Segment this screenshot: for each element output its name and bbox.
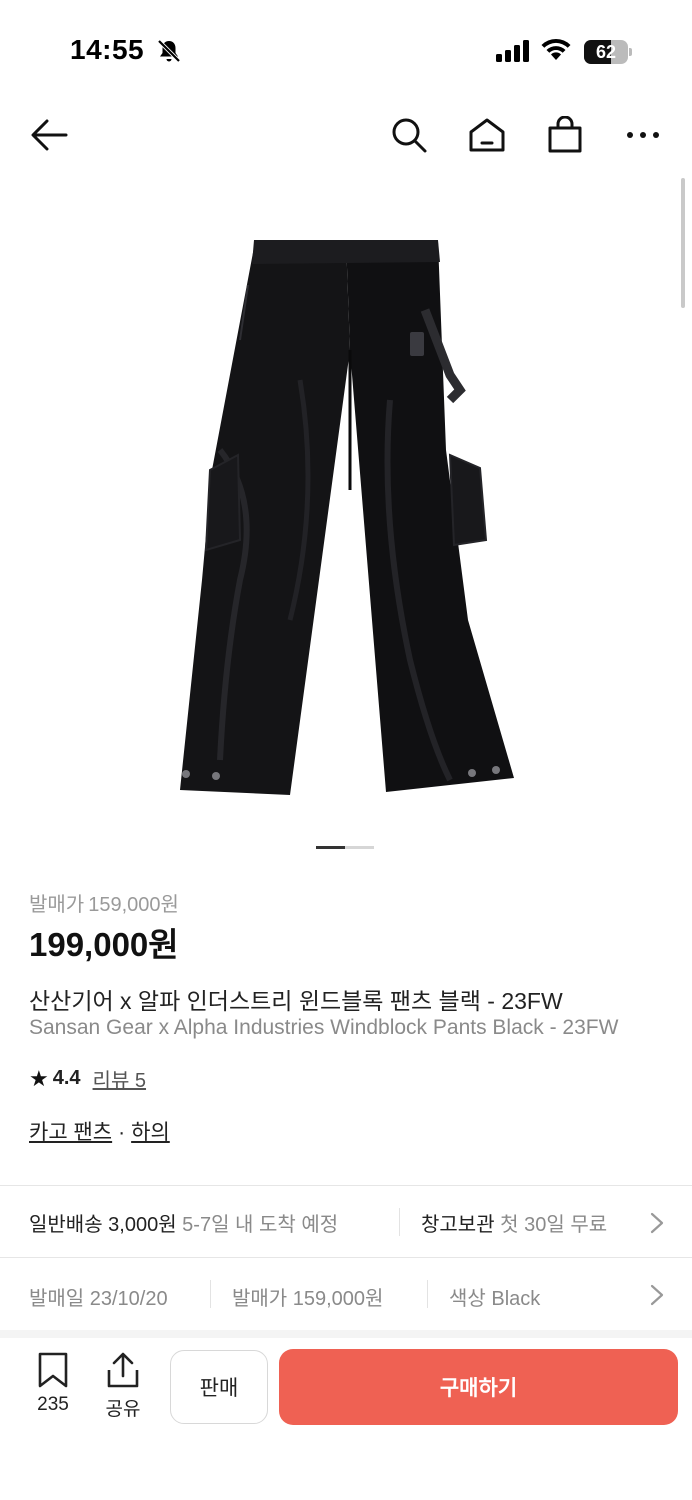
- home-icon: [469, 118, 505, 152]
- section-gap: [0, 1330, 692, 1338]
- shopping-bag-icon: [548, 116, 582, 153]
- status-bar: 14:55 62: [0, 0, 692, 100]
- bottom-action-bar: 235 공유 판매 구매하기: [0, 1338, 692, 1500]
- shipping-row[interactable]: 일반배송 3,000원 5-7일 내 도착 예정 창고보관 첫 30일 무료: [0, 1188, 692, 1256]
- category-separator: ·: [118, 1121, 126, 1144]
- warehouse-storage: 창고보관 첫 30일 무료: [421, 1208, 607, 1237]
- category-link[interactable]: 카고 팬츠: [29, 1121, 112, 1144]
- back-button[interactable]: [26, 112, 72, 158]
- chevron-right-icon: [650, 1212, 664, 1234]
- category-breadcrumb: 카고 팬츠 · 하의: [29, 1116, 170, 1146]
- release-date: 발매일 23/10/20: [29, 1288, 168, 1310]
- status-time: 14:55: [70, 34, 145, 65]
- bell-muted-icon: [157, 39, 181, 63]
- bookmark-icon: [38, 1352, 68, 1388]
- warehouse-storage-desc: 첫 30일 무료: [500, 1214, 608, 1236]
- warehouse-storage-label: 창고보관: [421, 1214, 495, 1236]
- release-price-line: 발매가 159,000원: [29, 888, 179, 917]
- subcategory-link[interactable]: 하의: [131, 1121, 170, 1144]
- top-nav-bar: [0, 100, 692, 170]
- vertical-separator: [427, 1280, 428, 1308]
- arrow-left-icon: [31, 119, 68, 151]
- battery-level-text: 62: [595, 42, 617, 62]
- product-info-row[interactable]: 발매일 23/10/20 발매가 159,000원 색상 Black: [0, 1260, 692, 1328]
- normal-shipping-label: 일반배송 3,000원: [29, 1214, 177, 1236]
- normal-shipping: 일반배송 3,000원 5-7일 내 도착 예정: [29, 1208, 338, 1237]
- color-info: 색상 Black: [449, 1288, 541, 1310]
- rating-row: ★ 4.4 리뷰 5: [29, 1064, 146, 1093]
- product-title-english: Sansan Gear x Alpha Industries Windblock…: [29, 1016, 619, 1039]
- search-icon: [392, 118, 427, 153]
- chevron-right-icon: [650, 1284, 664, 1306]
- current-price: 199,000원: [29, 926, 179, 963]
- release-price-label: 발매가: [29, 894, 85, 916]
- more-button[interactable]: [620, 112, 666, 158]
- carousel-dot: [345, 846, 374, 849]
- wishlist-count: 235: [37, 1394, 69, 1415]
- release-price-value: 159,000원: [88, 894, 179, 916]
- wishlist-button[interactable]: 235: [23, 1352, 83, 1416]
- carousel-dot: [316, 846, 345, 849]
- share-button[interactable]: 공유: [93, 1352, 153, 1421]
- share-icon: [107, 1352, 139, 1388]
- buy-button[interactable]: 구매하기: [279, 1349, 678, 1425]
- cart-button[interactable]: [542, 112, 588, 158]
- scroll-indicator: [681, 178, 685, 308]
- more-horizontal-icon: [627, 132, 659, 138]
- cellular-signal-icon: [496, 40, 529, 62]
- divider: [0, 1185, 692, 1186]
- search-button[interactable]: [386, 112, 432, 158]
- rating-value: 4.4: [52, 1067, 81, 1089]
- normal-shipping-eta: 5-7일 내 도착 예정: [182, 1214, 339, 1236]
- sell-button[interactable]: 판매: [170, 1350, 268, 1424]
- wifi-icon: [541, 38, 571, 60]
- vertical-separator: [210, 1280, 211, 1308]
- share-label: 공유: [105, 1399, 141, 1420]
- home-button[interactable]: [464, 112, 510, 158]
- star-icon: ★: [29, 1065, 49, 1091]
- vertical-separator: [399, 1208, 400, 1236]
- battery-indicator: 62: [584, 40, 632, 64]
- product-image[interactable]: [150, 200, 542, 800]
- info-release-price: 발매가 159,000원: [232, 1288, 384, 1310]
- product-title-korean: 산산기어 x 알파 인더스트리 윈드블록 팬츠 블랙 - 23FW: [29, 988, 563, 1014]
- carousel-indicator: [316, 846, 374, 850]
- review-link[interactable]: 리뷰 5: [93, 1064, 146, 1093]
- divider: [0, 1257, 692, 1258]
